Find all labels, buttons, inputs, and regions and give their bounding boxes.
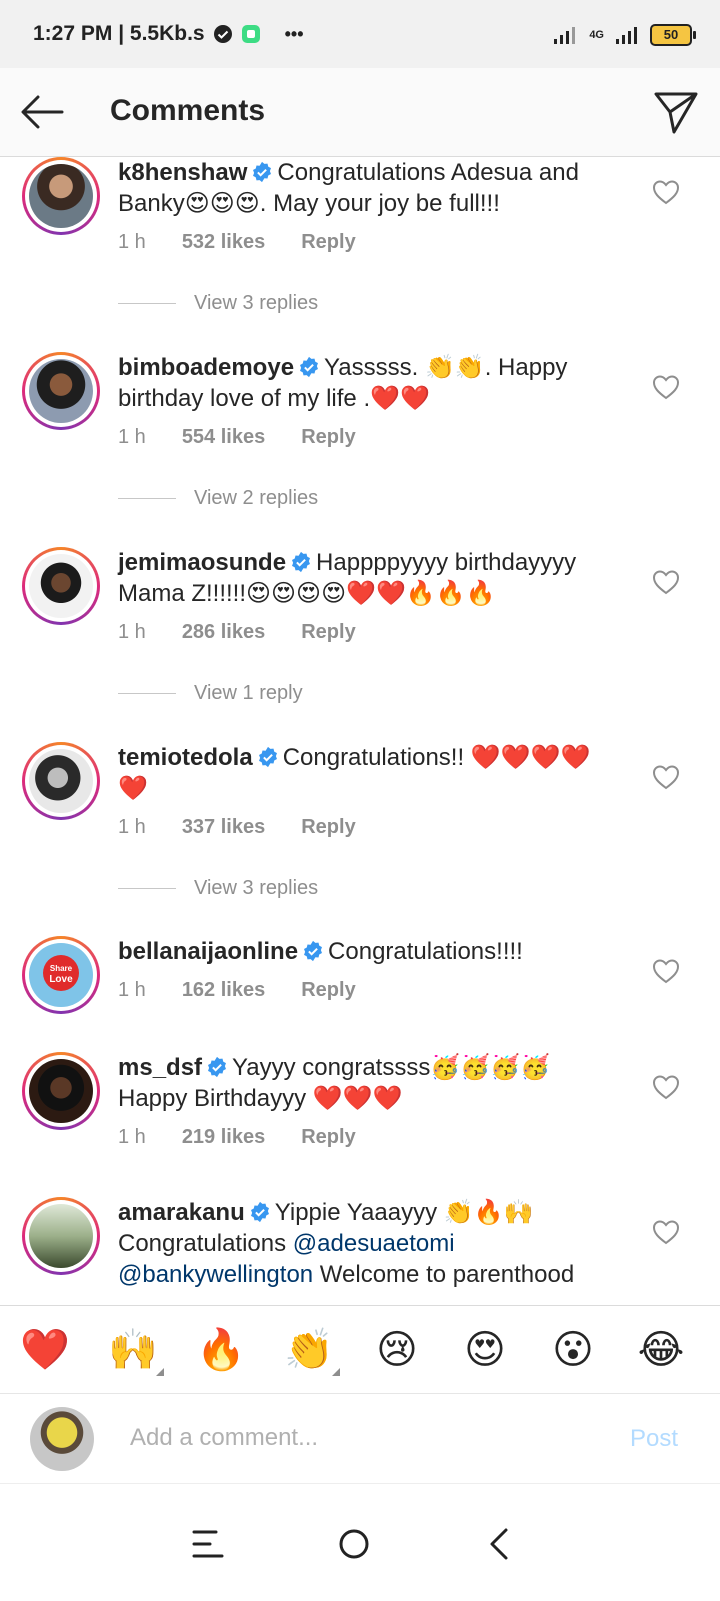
mention-link[interactable]: @bankywellington — [118, 1261, 313, 1288]
avatar[interactable] — [22, 352, 100, 430]
comment-time: 1 h — [118, 816, 146, 838]
view-replies-button[interactable]: View 2 replies — [118, 487, 318, 510]
comment-username[interactable]: bimboademoye — [118, 354, 294, 381]
verified-badge-icon — [250, 1201, 269, 1223]
comment-time: 1 h — [118, 231, 146, 253]
back-chevron-icon[interactable] — [480, 1524, 520, 1564]
reply-button[interactable]: Reply — [301, 426, 355, 449]
comment-likes[interactable]: 554 likes — [182, 426, 265, 449]
comment-input[interactable]: Add a comment... — [130, 1424, 318, 1452]
emoji-clap-button[interactable]: 👏 — [284, 1326, 340, 1376]
skin-tone-indicator — [332, 1368, 340, 1376]
like-heart-icon[interactable] — [652, 1219, 680, 1245]
emoji-heart-button[interactable]: ❤️ — [20, 1326, 70, 1374]
top-bar: Comments — [0, 68, 720, 157]
status-bar: 1:27 PM | 5.5Kb.s ••• 4G 50 — [0, 0, 720, 68]
avatar[interactable] — [22, 742, 100, 820]
avatar[interactable]: Share Love — [22, 936, 100, 1014]
comment-likes[interactable]: 337 likes — [182, 816, 265, 839]
comment-username[interactable]: k8henshaw — [118, 159, 247, 186]
emoji-raised-hands-button[interactable]: 🙌 — [108, 1326, 164, 1376]
comment-username[interactable]: bellanaijaonline — [118, 938, 298, 965]
like-heart-icon[interactable] — [652, 764, 680, 790]
back-arrow-icon[interactable] — [18, 88, 66, 136]
reply-button[interactable]: Reply — [301, 621, 355, 644]
view-replies-button[interactable]: View 1 reply — [118, 682, 303, 705]
comment-text: Congratulations!!!! — [328, 938, 523, 965]
like-heart-icon[interactable] — [652, 374, 680, 400]
page-title: Comments — [110, 94, 266, 127]
app-notification-icon — [241, 25, 260, 43]
emoji-laugh-button[interactable]: 😂 — [636, 1326, 686, 1374]
skin-tone-indicator — [156, 1368, 164, 1376]
avatar[interactable] — [22, 1197, 100, 1275]
comment-time: 1 h — [118, 1126, 146, 1148]
reply-button[interactable]: Reply — [301, 816, 355, 839]
avatar[interactable] — [22, 547, 100, 625]
comment-likes[interactable]: 219 likes — [182, 1126, 265, 1149]
verified-badge-icon — [208, 1056, 227, 1078]
comment-time: 1 h — [118, 621, 146, 643]
view-replies-button[interactable]: View 3 replies — [118, 292, 318, 315]
avatar[interactable] — [22, 157, 100, 235]
view-replies-button[interactable]: View 3 replies — [118, 877, 318, 900]
emoji-heart-eyes-button[interactable]: 😍 — [460, 1326, 510, 1374]
comment-likes[interactable]: 286 likes — [182, 621, 265, 644]
comment-list[interactable]: k8henshaw Congratulations Adesua and Bank… — [0, 157, 720, 1305]
comment-likes[interactable]: 162 likes — [182, 979, 265, 1002]
comment-time: 1 h — [118, 426, 146, 448]
system-nav-bar — [0, 1483, 720, 1601]
emoji-fire-button[interactable]: 🔥 — [196, 1326, 246, 1374]
status-more-dots: ••• — [284, 23, 304, 44]
comment-username[interactable]: temiotedola — [118, 744, 253, 771]
comment-username[interactable]: amarakanu — [118, 1199, 245, 1226]
reply-button[interactable]: Reply — [301, 231, 355, 254]
verified-badge-icon — [304, 940, 323, 962]
like-heart-icon[interactable] — [652, 179, 680, 205]
verified-badge-icon — [292, 551, 311, 573]
verified-badge-icon — [253, 161, 272, 183]
share-love-balloon-avatar: Share Love — [29, 943, 93, 1007]
my-avatar — [30, 1407, 94, 1471]
mention-link[interactable]: @adesuaetomi — [293, 1230, 455, 1257]
battery-indicator: 50 — [650, 24, 696, 46]
comment-username[interactable]: ms_dsf — [118, 1054, 202, 1081]
like-heart-icon[interactable] — [652, 1074, 680, 1100]
comment-text: Welcome to parenthood — [313, 1261, 575, 1288]
network-type: 4G — [589, 29, 604, 41]
comment-time: 1 h — [118, 979, 146, 1001]
reply-button[interactable]: Reply — [301, 979, 355, 1002]
comment-username[interactable]: jemimaosunde — [118, 549, 286, 576]
home-circle-icon[interactable] — [334, 1524, 374, 1564]
post-button[interactable]: Post — [630, 1425, 678, 1453]
signal-icon-2 — [616, 27, 637, 44]
reply-button[interactable]: Reply — [301, 1126, 355, 1149]
emoji-crying-button[interactable]: 😢 — [372, 1326, 422, 1374]
status-time: 1:27 PM | 5.5Kb.s — [33, 22, 205, 45]
verified-badge-icon — [258, 746, 277, 768]
avatar[interactable] — [22, 1052, 100, 1130]
comment-composer: Add a comment... Post — [0, 1393, 720, 1484]
comment-likes[interactable]: 532 likes — [182, 231, 265, 254]
like-heart-icon[interactable] — [652, 569, 680, 595]
direct-share-icon[interactable] — [652, 88, 700, 136]
signal-icon — [554, 27, 576, 44]
menu-icon[interactable] — [188, 1524, 228, 1564]
emoji-wow-button[interactable]: 😮 — [548, 1326, 598, 1374]
check-badge-icon — [213, 25, 232, 43]
emoji-quick-bar: ❤️ 🙌 🔥 👏 😢 😍 😮 😂 — [0, 1305, 720, 1394]
verified-badge-icon — [300, 356, 319, 378]
like-heart-icon[interactable] — [652, 958, 680, 984]
